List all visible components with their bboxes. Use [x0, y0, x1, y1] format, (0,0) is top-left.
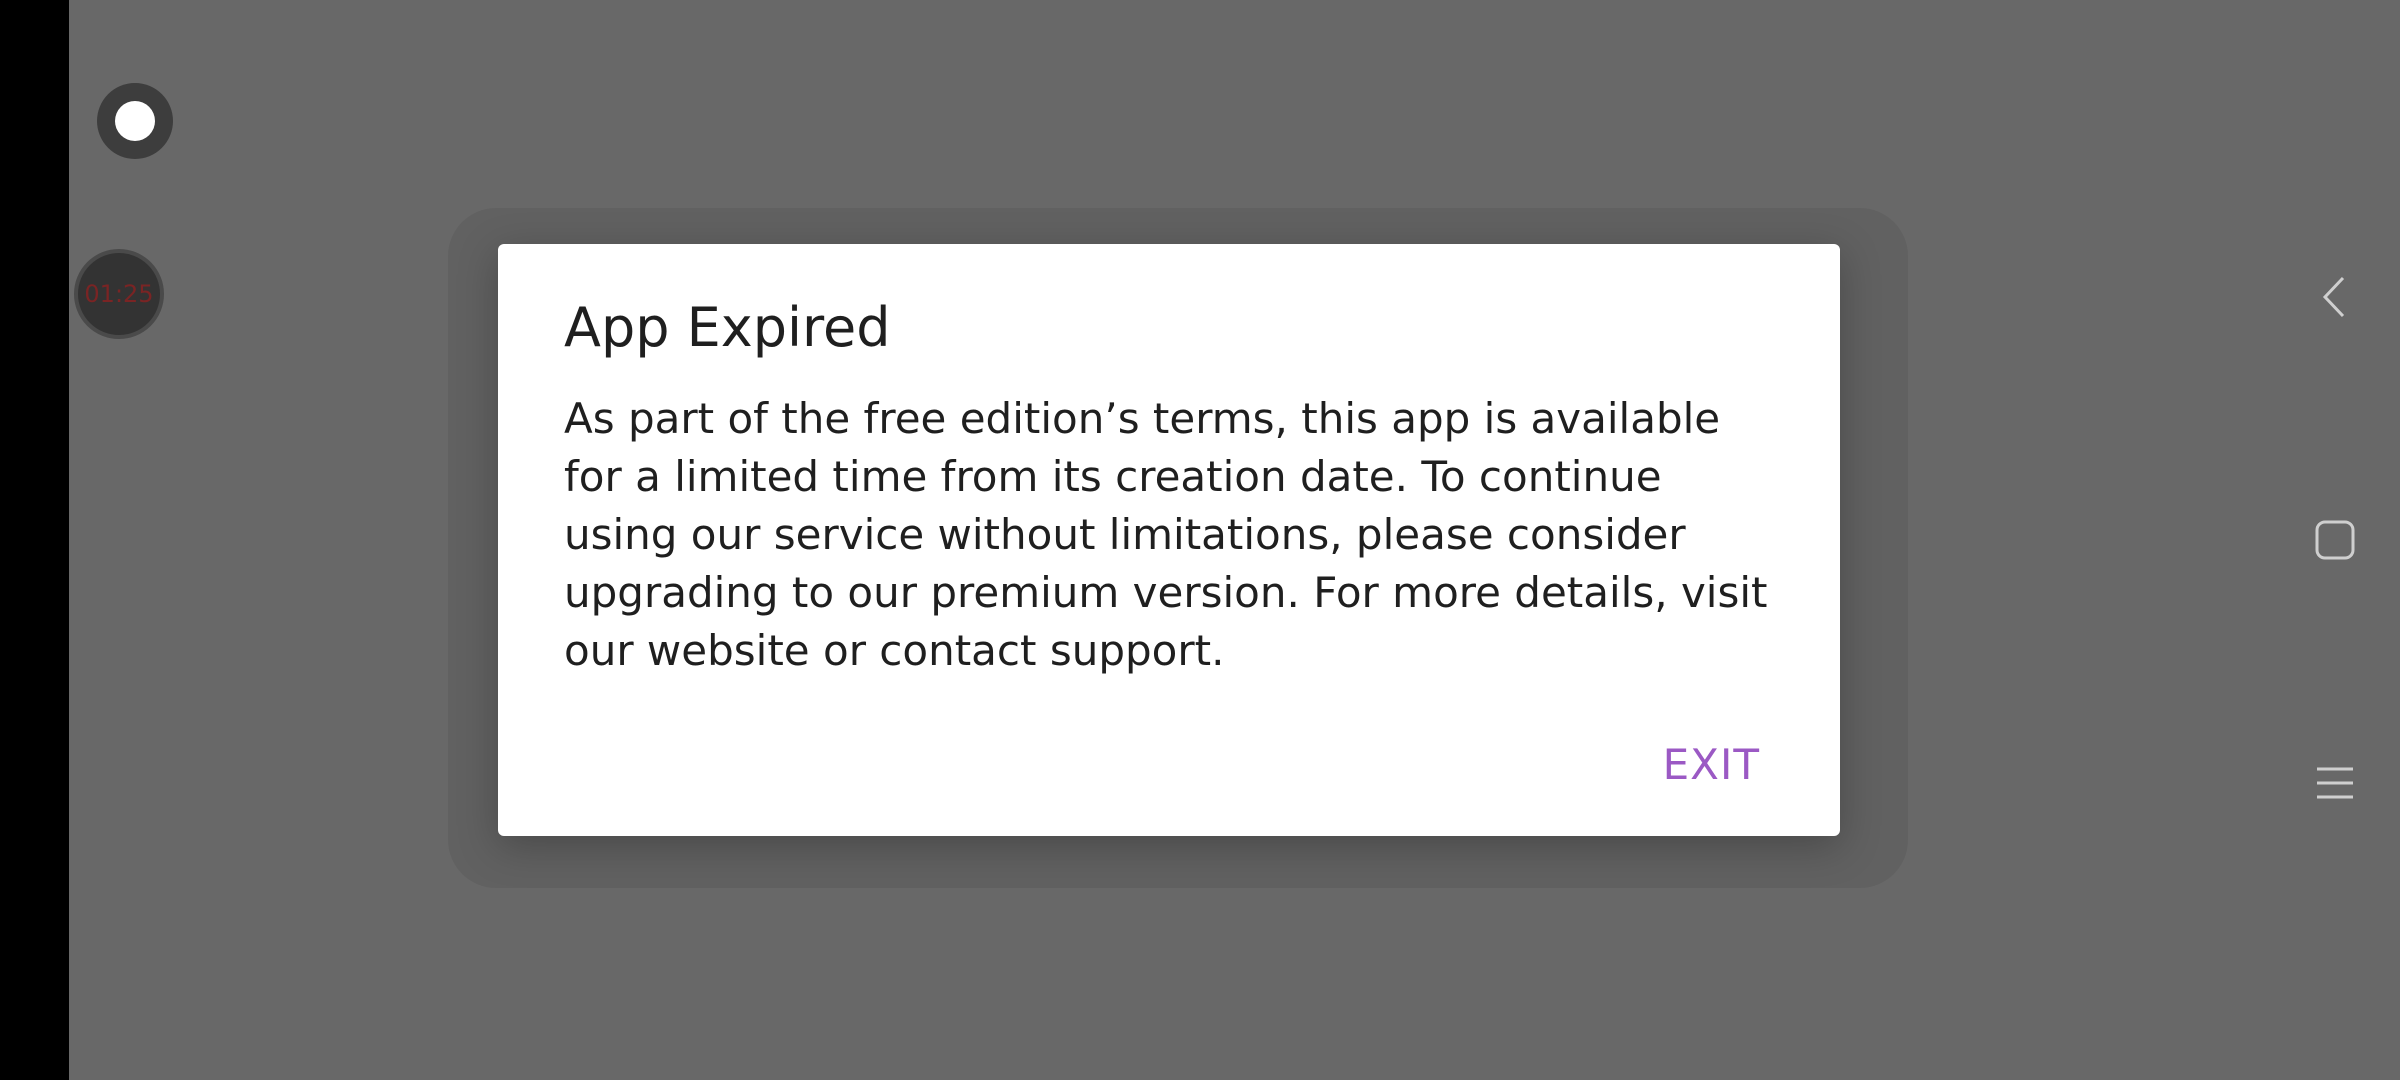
recording-timer-badge[interactable]: 01:25 — [74, 249, 164, 339]
recording-timer-text: 01:25 — [84, 280, 154, 308]
record-button[interactable] — [97, 83, 173, 159]
screen: 01:25 App Expired As part of the free ed… — [0, 0, 2400, 1080]
nav-recents-button[interactable] — [2300, 748, 2370, 818]
nav-home-button[interactable] — [2300, 505, 2370, 575]
dialog-message: As part of the free edition’s terms, thi… — [564, 394, 1768, 675]
nav-back-button[interactable] — [2300, 262, 2370, 332]
menu-lines-icon — [2317, 767, 2353, 799]
chevron-left-icon — [2322, 276, 2345, 318]
record-dot-icon — [115, 101, 155, 141]
left-edge-bar — [0, 0, 69, 1080]
dialog-title: App Expired — [564, 296, 891, 359]
app-expired-dialog: App Expired As part of the free edition’… — [498, 244, 1840, 836]
square-icon — [2315, 520, 2355, 560]
exit-button[interactable]: EXIT — [1659, 730, 1764, 799]
